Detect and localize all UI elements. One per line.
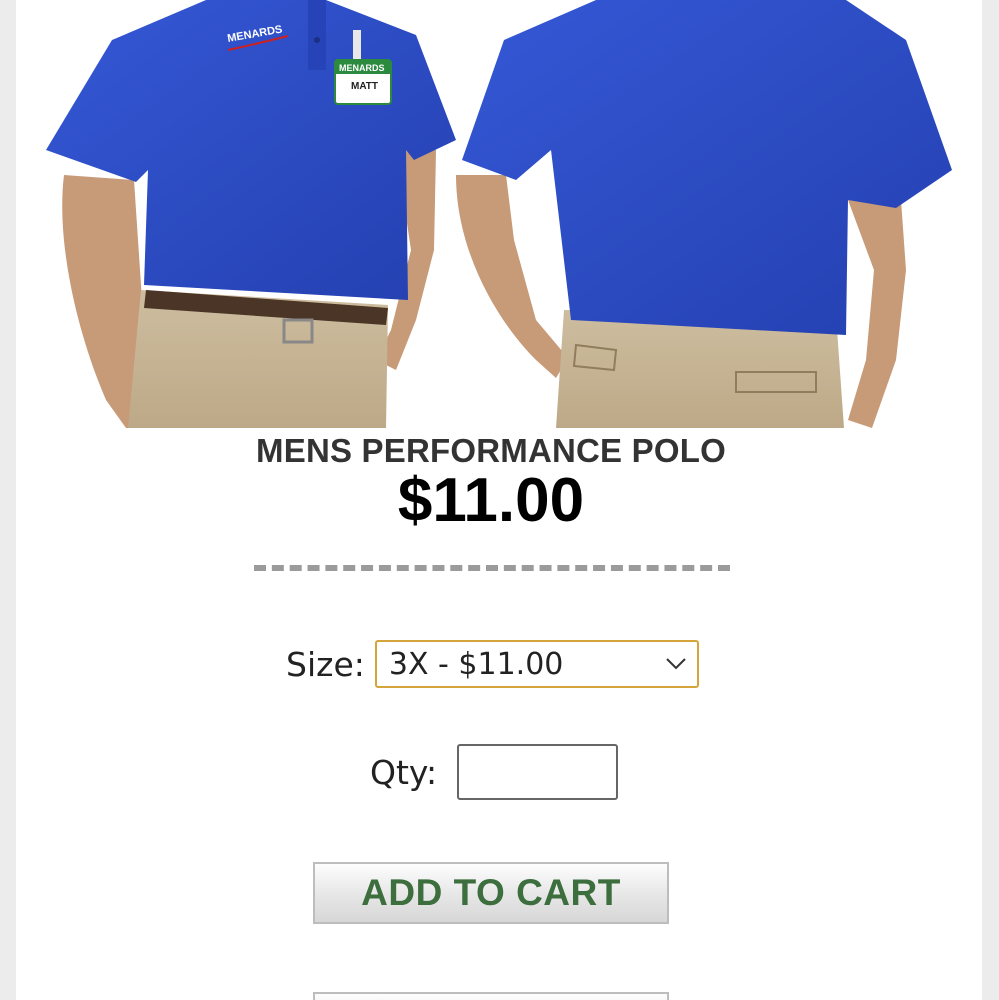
qty-input[interactable]: [457, 744, 619, 800]
size-label: Size:: [286, 644, 365, 684]
qty-label: Qty:: [370, 752, 438, 792]
badge-brand: MENARDS: [339, 63, 385, 73]
product-price: $11.00: [397, 466, 585, 535]
chevron-down-icon: [666, 658, 686, 670]
size-selected-value: 3X - $11.00: [388, 646, 564, 682]
product-photo: MENARDS MENARDS MATT: [16, 0, 982, 428]
badge-name: MATT: [351, 81, 378, 92]
add-to-cart-button[interactable]: ADD TO CART: [313, 862, 669, 924]
secondary-button[interactable]: [313, 992, 669, 1000]
polo-shirt-image: MENARDS MENARDS MATT: [46, 0, 952, 428]
add-to-cart-label: ADD TO CART: [361, 872, 621, 913]
size-select[interactable]: 3X - $11.00: [374, 640, 699, 688]
size-row: Size: 3X - $11.00: [286, 639, 699, 689]
divider: [254, 565, 730, 571]
product-page: MENARDS MENARDS MATT MENS PERFORMANCE PO…: [16, 0, 982, 1000]
qty-row: Qty:: [370, 743, 619, 801]
